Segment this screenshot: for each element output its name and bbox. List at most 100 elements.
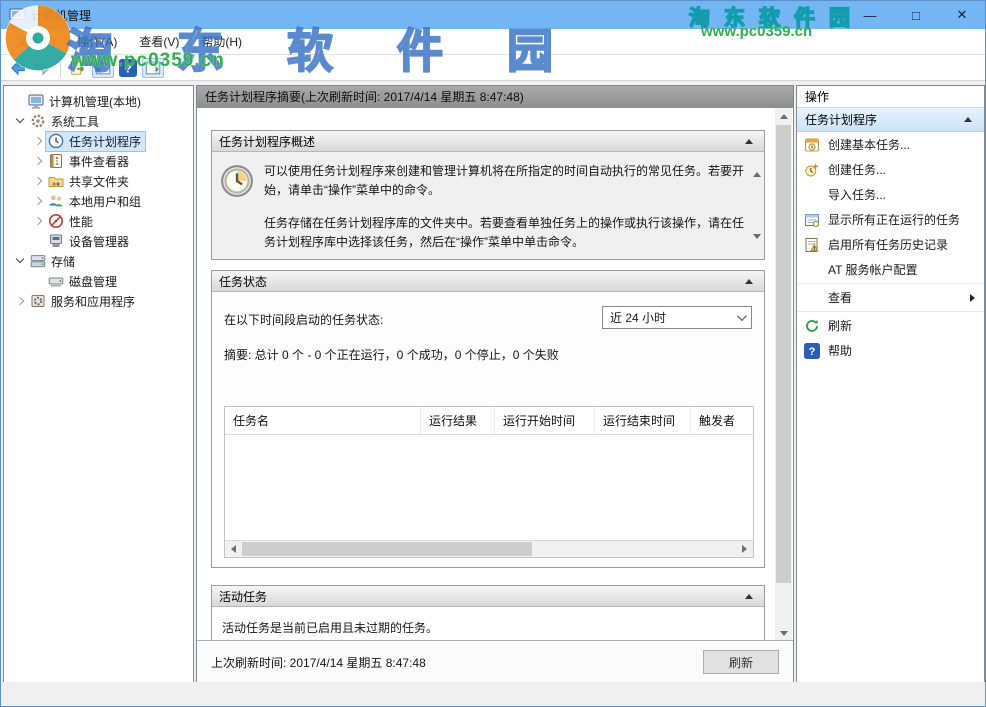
scroll-down-icon[interactable] — [753, 239, 761, 253]
expander-collapsed-icon[interactable] — [30, 153, 46, 169]
icon-spacer — [804, 187, 820, 203]
expander-expanded-icon[interactable] — [12, 113, 28, 129]
status-summary: 摘要: 总计 0 个 - 0 个正在运行，0 个成功，0 个停止，0 个失败 — [224, 346, 764, 363]
services-icon — [30, 293, 46, 309]
action-label: 显示所有正在运行的任务 — [828, 211, 960, 228]
export-list-icon[interactable] — [67, 58, 89, 78]
collapse-icon[interactable] — [741, 273, 757, 289]
submenu-arrow-icon — [970, 294, 975, 302]
tree-item-content: 共享文件夹 — [46, 172, 133, 191]
time-period-dropdown[interactable]: 近 24 小时 — [602, 306, 752, 329]
overview-section-header[interactable]: 任务计划程序概述 — [212, 131, 764, 152]
tree-item-shared-folders[interactable]: 共享文件夹 — [4, 171, 193, 191]
console-tree: 计算机管理(本地) 系统工具任务计划程序事件查看器共享文件夹本地用户和组性能设备管… — [4, 86, 193, 311]
column-header[interactable]: 运行结果 — [421, 407, 495, 434]
expander-collapsed-icon[interactable] — [12, 293, 28, 309]
chevron-down-icon — [737, 311, 747, 321]
horizontal-scrollbar[interactable] — [225, 540, 753, 557]
tree-item-content: 性能 — [46, 212, 97, 231]
active-tasks-description: 活动任务是当前已启用且未过期的任务。 — [222, 620, 764, 636]
action-at-service-account[interactable]: AT 服务帐户配置 — [797, 257, 984, 282]
horizontal-scrollbar-thumb[interactable] — [242, 542, 532, 556]
tree-item-content: 系统工具 — [28, 112, 103, 131]
clock-icon — [48, 133, 64, 149]
vertical-scrollbar-thumb[interactable] — [776, 125, 791, 583]
action-label: 创建基本任务... — [828, 136, 910, 153]
expander-collapsed-icon[interactable] — [30, 173, 46, 189]
action-enable-task-history[interactable]: 启用所有任务历史记录 — [797, 232, 984, 257]
summary-panel: 任务计划程序摘要(上次刷新时间: 2017/4/14 星期五 8:47:48) … — [196, 85, 794, 684]
eventlog-icon — [48, 153, 64, 169]
action-create-basic-task[interactable]: 创建基本任务... — [797, 132, 984, 157]
window-title: 计算机管理 — [31, 7, 91, 24]
column-header[interactable]: 运行开始时间 — [495, 407, 595, 434]
tree-item-content: 计算机管理(本地) — [26, 92, 145, 111]
scroll-left-icon[interactable] — [225, 541, 242, 557]
tree-item-performance[interactable]: 性能 — [4, 211, 193, 231]
forward-icon[interactable] — [32, 58, 54, 78]
refresh-button[interactable]: 刷新 — [703, 650, 779, 674]
task-status-section-title: 任务状态 — [219, 273, 267, 290]
column-header[interactable]: 运行结束时间 — [595, 407, 691, 434]
show-action-pane-icon[interactable] — [142, 58, 164, 78]
status-filter-label: 在以下时间段启动的任务状态: — [224, 311, 383, 328]
menu-file[interactable]: 文件(F) — [5, 29, 66, 54]
expander-collapsed-icon[interactable] — [30, 213, 46, 229]
maximize-button[interactable]: □ — [893, 1, 939, 29]
tree-item-label: 服务和应用程序 — [51, 293, 135, 310]
tree-item-local-users-groups[interactable]: 本地用户和组 — [4, 191, 193, 211]
back-icon[interactable] — [7, 58, 29, 78]
action-view[interactable]: 查看 — [797, 285, 984, 310]
tree-item-label: 存储 — [51, 253, 75, 270]
collapse-icon[interactable] — [741, 588, 757, 604]
summary-footer: 上次刷新时间: 2017/4/14 星期五 8:47:48 刷新 — [197, 640, 793, 683]
tree-item-event-viewer[interactable]: 事件查看器 — [4, 151, 193, 171]
tree-item-content: 任务计划程序 — [46, 132, 145, 151]
tree-item-task-scheduler[interactable]: 任务计划程序 — [4, 131, 193, 151]
tree-item-content: 设备管理器 — [46, 232, 133, 251]
action-create-task[interactable]: 创建任务... — [797, 157, 984, 182]
tree-item-content: 服务和应用程序 — [28, 292, 139, 311]
help-icon[interactable]: ? — [117, 58, 139, 78]
show-console-tree-icon[interactable] — [92, 58, 114, 78]
actions-panel-title: 操作 — [797, 86, 984, 108]
overview-body: 可以使用任务计划程序来创建和管理计算机将在所指定的时间自动执行的常见任务。若要开… — [212, 152, 764, 259]
scroll-up-icon[interactable] — [775, 108, 792, 125]
tree-item-system-tools[interactable]: 系统工具 — [4, 111, 193, 131]
tree-item-label: 计算机管理(本地) — [49, 93, 141, 110]
menu-action[interactable]: 操作(A) — [66, 29, 128, 54]
action-import-task[interactable]: 导入任务... — [797, 182, 984, 207]
svg-text:?: ? — [809, 346, 816, 358]
task-status-section-header[interactable]: 任务状态 — [212, 271, 764, 292]
overview-paragraph-2: 任务存储在任务计划程序库的文件夹中。若要查看单独任务上的操作或执行该操作，请在任… — [264, 214, 744, 252]
collapse-icon[interactable] — [741, 133, 757, 149]
column-header[interactable]: 任务名 — [225, 407, 421, 434]
expander-collapsed-icon[interactable] — [30, 133, 46, 149]
collapse-icon[interactable] — [960, 112, 976, 128]
tree-item-label: 性能 — [69, 213, 93, 230]
expander-collapsed-icon[interactable] — [30, 193, 46, 209]
close-button[interactable]: ✕ — [939, 1, 985, 29]
vertical-scrollbar[interactable] — [775, 108, 792, 642]
tree-item-services-applications[interactable]: 服务和应用程序 — [4, 291, 193, 311]
menu-help[interactable]: 帮助(H) — [190, 29, 253, 54]
minimize-button[interactable]: — — [847, 1, 893, 29]
tree-item-computer-management-local[interactable]: 计算机管理(本地) — [4, 91, 193, 111]
tree-item-label: 共享文件夹 — [69, 173, 129, 190]
action-help[interactable]: ?帮助 — [797, 338, 984, 363]
menu-view[interactable]: 查看(V) — [128, 29, 190, 54]
actions-group-task-scheduler[interactable]: 任务计划程序 — [797, 108, 984, 132]
active-tasks-section-header[interactable]: 活动任务 — [212, 586, 764, 607]
tree-item-storage[interactable]: 存储 — [4, 251, 193, 271]
tree-item-disk-management[interactable]: 磁盘管理 — [4, 271, 193, 291]
column-header[interactable]: 触发者 — [691, 407, 753, 434]
action-refresh[interactable]: 刷新 — [797, 313, 984, 338]
tree-item-device-manager[interactable]: 设备管理器 — [4, 231, 193, 251]
expander-expanded-icon[interactable] — [12, 253, 28, 269]
users-icon — [48, 193, 64, 209]
action-label: 导入任务... — [828, 186, 886, 203]
scroll-up-icon[interactable] — [753, 158, 761, 172]
tree-item-content: 磁盘管理 — [46, 272, 121, 291]
action-show-running-tasks[interactable]: 显示所有正在运行的任务 — [797, 207, 984, 232]
scroll-right-icon[interactable] — [736, 541, 753, 557]
